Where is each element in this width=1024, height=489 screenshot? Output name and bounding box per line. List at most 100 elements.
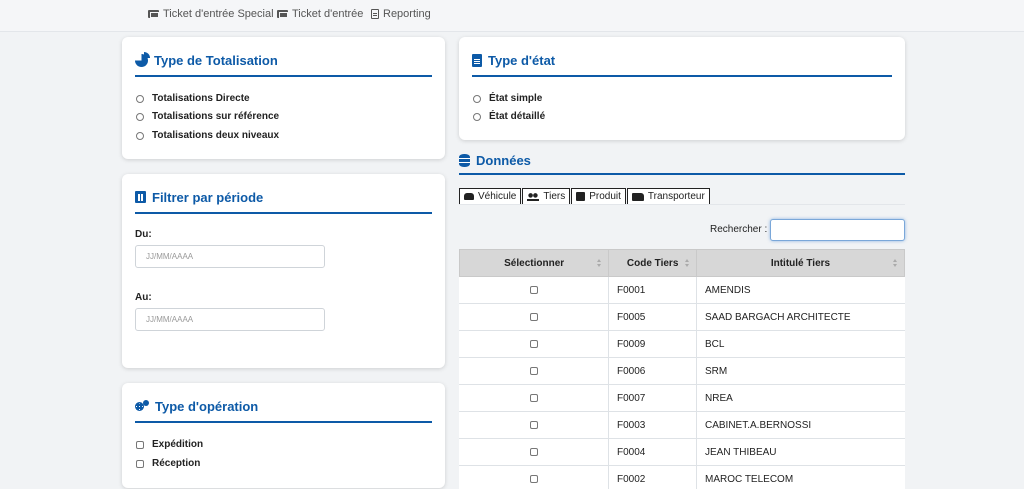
au-label: Au: — [135, 292, 152, 303]
option-label: État détaillé — [489, 111, 546, 122]
table-row: F0003 CABINET.A.BERNOSSI — [459, 412, 905, 439]
totalisation-card: Type de Totalisation Totalisations Direc… — [122, 37, 445, 159]
operation-option-expedition[interactable]: Expédition — [136, 439, 203, 450]
nav-ticket-entree[interactable]: Ticket d'entrée — [277, 8, 363, 20]
row-checkbox[interactable] — [529, 340, 538, 348]
table-row: F0007 NREA — [459, 385, 905, 412]
nav-ticket-special[interactable]: Ticket d'entrée Special — [148, 8, 274, 20]
search-input[interactable] — [770, 219, 905, 241]
code-cell: F0006 — [609, 358, 697, 384]
du-label: Du: — [135, 229, 152, 240]
row-checkbox[interactable] — [529, 286, 538, 294]
code-cell: F0001 — [609, 277, 697, 303]
totalisation-option-deux-niveaux[interactable]: Totalisations deux niveaux — [136, 130, 279, 141]
code-cell: F0007 — [609, 385, 697, 411]
select-cell — [459, 466, 609, 489]
column-label: Intitulé Tiers — [770, 257, 831, 269]
column-header-selectionner[interactable]: Sélectionner — [460, 250, 610, 276]
row-checkbox[interactable] — [529, 313, 538, 321]
nav-ticket-special-label: Ticket d'entrée Special — [163, 8, 274, 20]
operation-card: Type d'opération Expédition Réception — [122, 383, 445, 488]
row-checkbox[interactable] — [529, 475, 538, 483]
tab-transporteur[interactable]: Transporteur — [626, 188, 710, 205]
box-icon — [576, 192, 586, 201]
file-text-icon — [472, 54, 482, 67]
name-cell: CABINET.A.BERNOSSI — [705, 419, 812, 431]
checkbox[interactable] — [136, 440, 144, 449]
tab-tiers[interactable]: Tiers — [522, 188, 571, 205]
table-row: F0001 AMENDIS — [459, 277, 905, 304]
option-label: Expédition — [152, 439, 204, 450]
select-cell — [459, 439, 609, 465]
name-cell: AMENDIS — [705, 284, 751, 296]
table-row: F0006 SRM — [459, 358, 905, 385]
totalisation-option-reference[interactable]: Totalisations sur référence — [136, 111, 279, 122]
column-label: Code Tiers — [626, 257, 679, 269]
name-cell: SRM — [705, 365, 728, 377]
nav-reporting[interactable]: Reporting — [371, 8, 431, 20]
column-header-code-tiers[interactable]: Code Tiers — [609, 250, 697, 276]
row-checkbox[interactable] — [529, 421, 538, 429]
table-row: F0005 SAAD BARGACH ARCHITECTE — [459, 304, 905, 331]
tab-produit[interactable]: Produit — [571, 188, 626, 205]
row-checkbox[interactable] — [529, 394, 538, 402]
tab-vehicule[interactable]: Véhicule — [459, 188, 522, 205]
name-cell: MAROC TELECOM — [705, 473, 794, 485]
name-cell: JEAN THIBEAU — [705, 446, 777, 458]
cogs-icon — [135, 400, 149, 412]
checkbox[interactable] — [136, 459, 144, 468]
etat-title-text: Type d'état — [488, 53, 556, 68]
name-cell: NREA — [705, 392, 733, 404]
file-icon — [371, 9, 379, 19]
au-date-input[interactable] — [135, 308, 325, 331]
tab-label: Transporteur — [647, 191, 705, 202]
select-cell — [459, 358, 609, 384]
database-icon — [459, 154, 470, 167]
code-cell: F0004 — [609, 439, 697, 465]
operation-title-text: Type d'opération — [155, 399, 259, 414]
nav-reporting-label: Reporting — [383, 8, 431, 20]
periode-title-text: Filtrer par période — [152, 190, 264, 205]
etat-option-detaille[interactable]: État détaillé — [473, 111, 545, 122]
periode-title: Filtrer par période — [135, 190, 432, 214]
radio-button[interactable] — [136, 112, 144, 121]
table-row: F0004 JEAN THIBEAU — [459, 439, 905, 466]
calendar-icon — [135, 191, 146, 203]
select-cell — [459, 277, 609, 303]
select-cell — [459, 304, 609, 330]
totalisation-option-directe[interactable]: Totalisations Directe — [136, 93, 250, 104]
tab-label: Tiers — [543, 191, 566, 202]
option-label: Réception — [152, 458, 201, 469]
option-label: Totalisations Directe — [152, 93, 250, 104]
column-header-intitule-tiers[interactable]: Intitulé Tiers — [697, 250, 904, 276]
periode-card: Filtrer par période Du: Au: — [122, 174, 445, 368]
row-checkbox[interactable] — [529, 448, 538, 456]
totalisation-title-text: Type de Totalisation — [154, 53, 278, 68]
option-label: Totalisations deux niveaux — [152, 130, 280, 141]
radio-button[interactable] — [473, 112, 481, 121]
radio-button[interactable] — [136, 94, 144, 103]
table-row: F0002 MAROC TELECOM — [459, 466, 905, 489]
truck-icon — [631, 192, 644, 201]
donnees-title-text: Données — [476, 153, 531, 168]
radio-button[interactable] — [473, 94, 481, 103]
top-navigation: Ticket d'entrée Special Ticket d'entrée … — [0, 0, 1024, 32]
search-label: Rechercher : — [710, 224, 768, 235]
radio-button[interactable] — [136, 131, 144, 140]
tabs-divider — [459, 204, 905, 205]
users-icon — [527, 192, 540, 201]
row-checkbox[interactable] — [529, 367, 538, 375]
sort-icon — [893, 259, 898, 269]
etat-option-simple[interactable]: État simple — [473, 93, 542, 104]
tab-label: Produit — [589, 191, 621, 202]
code-cell: F0003 — [609, 412, 697, 438]
select-cell — [459, 412, 609, 438]
select-cell — [459, 331, 609, 357]
operation-option-reception[interactable]: Réception — [136, 458, 200, 469]
car-icon — [464, 193, 474, 200]
operation-title: Type d'opération — [135, 399, 432, 423]
option-label: Totalisations sur référence — [152, 111, 280, 122]
du-date-input[interactable] — [135, 245, 325, 268]
etat-title: Type d'état — [472, 53, 892, 77]
name-cell: SAAD BARGACH ARCHITECTE — [705, 311, 851, 323]
